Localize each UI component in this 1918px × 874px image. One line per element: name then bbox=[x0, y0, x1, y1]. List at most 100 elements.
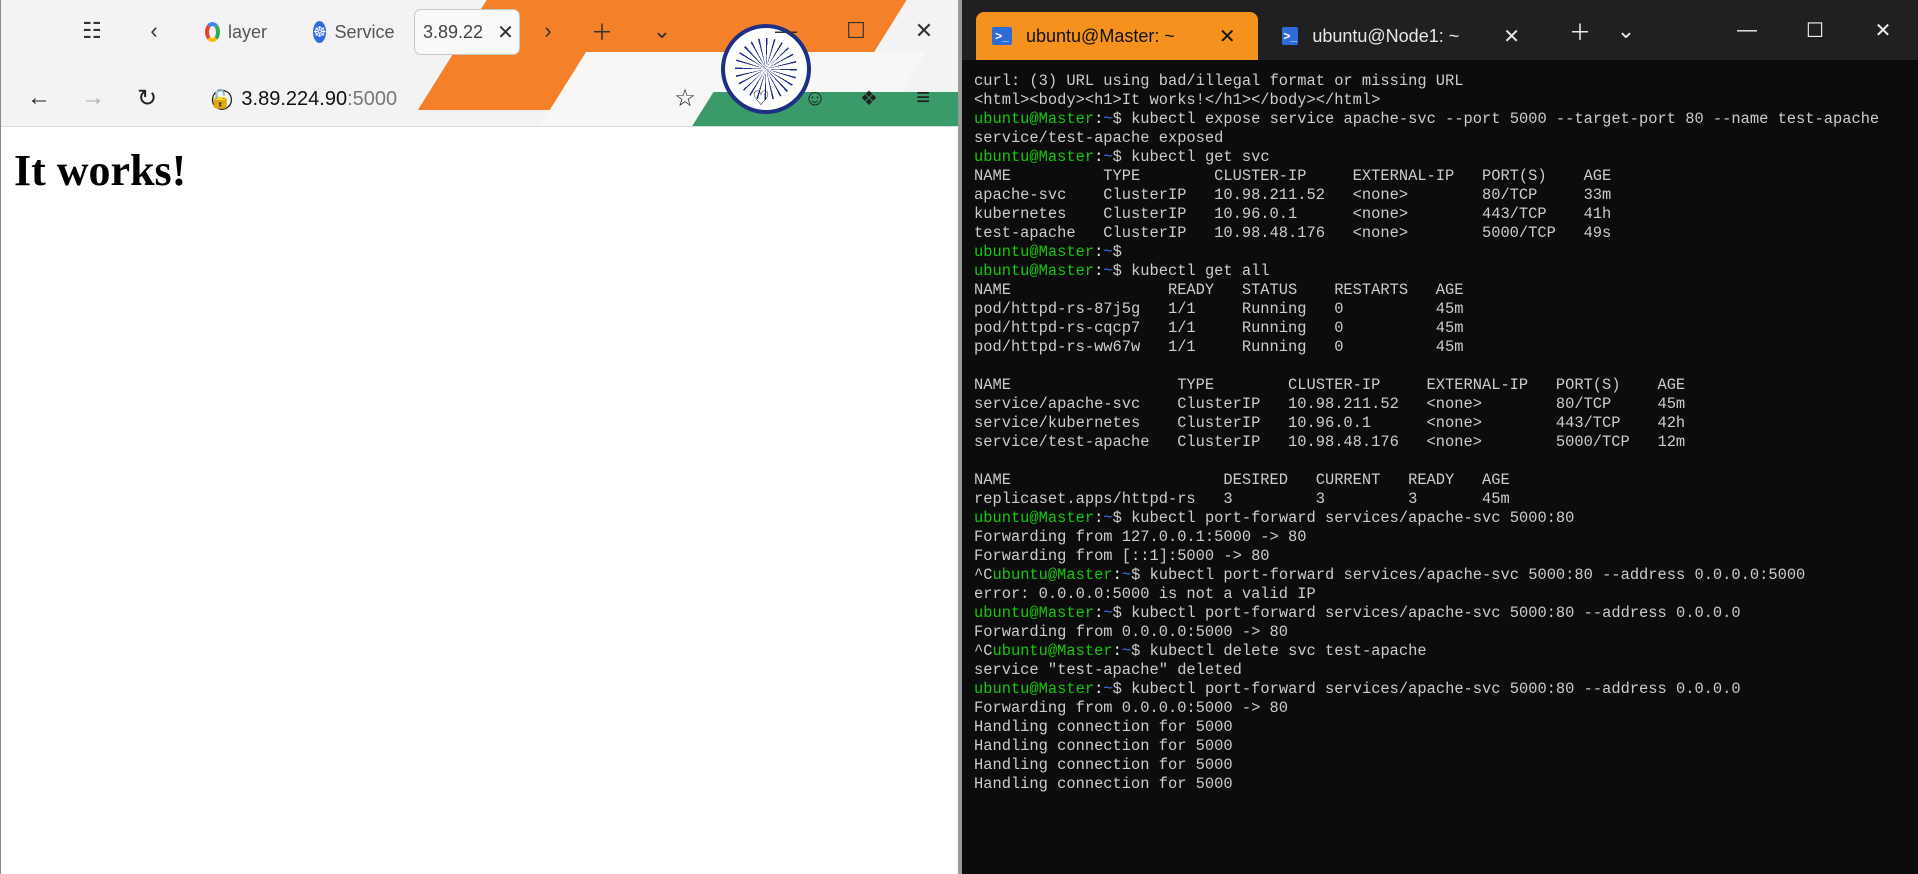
output-text: Forwarding from 0.0.0.0:5000 -> 80 bbox=[974, 623, 1289, 641]
prompt-path: ~ bbox=[1103, 604, 1113, 622]
output-text: service/kubernetes ClusterIP 10.96.0.1 <… bbox=[974, 414, 1686, 432]
reload-icon[interactable]: ↻ bbox=[129, 80, 165, 116]
menu-hamburger-icon[interactable]: ≡ bbox=[905, 80, 941, 116]
prompt-path: ~ bbox=[1103, 262, 1113, 280]
terminal-output-line: Handling connection for 5000 bbox=[974, 775, 1914, 794]
terminal-output-line: NAME TYPE CLUSTER-IP EXTERNAL-IP PORT(S)… bbox=[974, 167, 1914, 186]
prompt-path: ~ bbox=[1103, 110, 1113, 128]
prompt-separator: : bbox=[1112, 642, 1122, 660]
browser-window: ☷ ‹ layer ☸ Service 3.89.22 ✕ › ＋ ⌄ — ☐ … bbox=[0, 0, 958, 874]
terminal-output-line: pod/httpd-rs-cqcp7 1/1 Running 0 45m bbox=[974, 319, 1914, 338]
terminal-output-line: Forwarding from 0.0.0.0:5000 -> 80 bbox=[974, 699, 1914, 718]
prompt-user: ubuntu@Master bbox=[974, 148, 1095, 166]
close-terminal-tab-icon[interactable]: ✕ bbox=[1219, 24, 1236, 49]
page-heading: It works! bbox=[14, 146, 187, 195]
minimize-window-icon[interactable]: — bbox=[769, 14, 803, 48]
terminal-output-line: service/test-apache ClusterIP 10.98.48.1… bbox=[974, 433, 1914, 452]
terminal-output[interactable]: curl: (3) URL using bad/illegal format o… bbox=[974, 72, 1914, 872]
output-text: NAME TYPE CLUSTER-IP EXTERNAL-IP PORT(S)… bbox=[974, 167, 1612, 185]
command-text: kubectl get all bbox=[1131, 262, 1270, 280]
terminal-output-line: pod/httpd-rs-87j5g 1/1 Running 0 45m bbox=[974, 300, 1914, 319]
output-text: test-apache ClusterIP 10.98.48.176 <none… bbox=[974, 224, 1612, 242]
terminal-command-line: ubuntu@Master:~$ kubectl port-forward se… bbox=[974, 604, 1914, 623]
output-text: NAME DESIRED CURRENT READY AGE bbox=[974, 471, 1510, 489]
back-icon[interactable]: ← bbox=[21, 80, 57, 116]
terminal-command-line: ^Cubuntu@Master:~$ kubectl delete svc te… bbox=[974, 642, 1914, 661]
output-text: <html><body><h1>It works!</h1></body></h… bbox=[974, 91, 1381, 109]
url-bar[interactable]: 🔓 3.89.224.90:5000 bbox=[209, 80, 639, 118]
prompt-separator: : bbox=[1094, 148, 1104, 166]
prompt-symbol: $ bbox=[1112, 509, 1132, 527]
tabs-scroll-right-icon[interactable]: › bbox=[531, 14, 565, 48]
close-tab-icon[interactable]: ✕ bbox=[497, 20, 514, 45]
prompt-path: ~ bbox=[1121, 566, 1132, 584]
prompt-separator: : bbox=[1112, 566, 1122, 584]
output-text: error: 0.0.0.0:5000 is not a valid IP bbox=[974, 585, 1316, 603]
terminal-output-line: service/apache-svc ClusterIP 10.98.211.5… bbox=[974, 395, 1914, 414]
output-text: Handling connection for 5000 bbox=[974, 718, 1233, 736]
terminal-command-line: ubuntu@Master:~$ kubectl get all bbox=[974, 262, 1914, 281]
prompt-user: ubuntu@Master bbox=[974, 509, 1095, 527]
new-terminal-tab-icon[interactable]: ＋ bbox=[1560, 16, 1600, 46]
pocket-icon[interactable]: ♡ bbox=[743, 80, 779, 116]
prompt-separator: : bbox=[1094, 509, 1104, 527]
browser-tab-label: Service bbox=[334, 21, 395, 42]
interrupt-marker: ^C bbox=[974, 642, 993, 660]
terminal-command-line: ubuntu@Master:~$ kubectl get svc bbox=[974, 148, 1914, 167]
terminal-minimize-icon[interactable]: — bbox=[1722, 12, 1772, 48]
terminal-command-line: ^Cubuntu@Master:~$ kubectl port-forward … bbox=[974, 566, 1914, 585]
browser-tab-strip: ☷ ‹ layer ☸ Service 3.89.22 ✕ › ＋ ⌄ — ☐ … bbox=[1, 0, 958, 64]
bookmark-star-icon[interactable]: ☆ bbox=[667, 80, 703, 116]
extensions-icon[interactable]: ❖ bbox=[851, 80, 887, 116]
prompt-separator: : bbox=[1094, 262, 1104, 280]
terminal-tab-master[interactable]: >_ ubuntu@Master: ~ ✕ bbox=[976, 12, 1258, 60]
browser-tab-google[interactable]: layer bbox=[193, 10, 279, 54]
terminal-output-line: replicaset.apps/httpd-rs 3 3 3 45m bbox=[974, 490, 1914, 509]
output-text: kubernetes ClusterIP 10.96.0.1 <none> 44… bbox=[974, 205, 1612, 223]
prompt-symbol: $ bbox=[1131, 566, 1150, 584]
forward-icon[interactable]: → bbox=[75, 80, 111, 116]
new-tab-icon[interactable]: ＋ bbox=[585, 14, 619, 48]
output-text: pod/httpd-rs-ww67w 1/1 Running 0 45m bbox=[974, 338, 1464, 356]
close-terminal-tab-icon[interactable]: ✕ bbox=[1503, 24, 1520, 49]
browser-tab-service[interactable]: ☸ Service bbox=[301, 10, 401, 54]
command-text: kubectl port-forward services/apache-svc… bbox=[1131, 604, 1741, 622]
terminal-output-line: error: 0.0.0.0:5000 is not a valid IP bbox=[974, 585, 1914, 604]
close-window-icon[interactable]: ✕ bbox=[907, 14, 941, 48]
prompt-symbol: $ bbox=[1112, 680, 1132, 698]
prompt-user: ubuntu@Master bbox=[974, 680, 1095, 698]
output-text: service/apache-svc ClusterIP 10.98.211.5… bbox=[974, 395, 1686, 413]
terminal-output-line: test-apache ClusterIP 10.98.48.176 <none… bbox=[974, 224, 1914, 243]
terminal-maximize-icon[interactable]: ☐ bbox=[1790, 12, 1840, 48]
prompt-symbol: $ bbox=[1112, 243, 1132, 261]
terminal-output-line: pod/httpd-rs-ww67w 1/1 Running 0 45m bbox=[974, 338, 1914, 357]
prompt-symbol: $ bbox=[1112, 148, 1132, 166]
list-all-tabs-icon[interactable]: ⌄ bbox=[645, 14, 679, 48]
powershell-icon: >_ bbox=[1282, 27, 1299, 45]
prompt-symbol: $ bbox=[1131, 642, 1150, 660]
account-icon[interactable]: ☺ bbox=[797, 80, 833, 116]
output-text: Forwarding from [::1]:5000 -> 80 bbox=[974, 547, 1270, 565]
terminal-output-line: Handling connection for 5000 bbox=[974, 737, 1914, 756]
output-text: service/test-apache exposed bbox=[974, 129, 1224, 147]
terminal-output-line: service "test-apache" deleted bbox=[974, 661, 1914, 680]
insecure-lock-icon[interactable]: 🔓 bbox=[209, 89, 231, 110]
command-text: kubectl delete svc test-apache bbox=[1149, 642, 1427, 660]
terminal-output-line: NAME READY STATUS RESTARTS AGE bbox=[974, 281, 1914, 300]
maximize-window-icon[interactable]: ☐ bbox=[839, 14, 873, 48]
browser-navigation-bar: ← → ↻ ◯ 🔓 3.89.224.90:5000 ☆ ♡ ☺ ❖ ≡ bbox=[1, 74, 958, 124]
prompt-user: ubuntu@Master bbox=[992, 566, 1113, 584]
prompt-user: ubuntu@Master bbox=[974, 110, 1095, 128]
firefox-view-icon[interactable]: ☷ bbox=[75, 14, 109, 48]
prompt-path: ~ bbox=[1103, 148, 1113, 166]
browser-tab-active[interactable]: 3.89.22 ✕ bbox=[415, 10, 519, 54]
terminal-command-line: ubuntu@Master:~$ kubectl port-forward se… bbox=[974, 680, 1914, 699]
terminal-profile-dropdown-icon[interactable]: ⌄ bbox=[1606, 16, 1646, 46]
terminal-command-line: ubuntu@Master:~$ kubectl expose service … bbox=[974, 110, 1914, 129]
tabs-scroll-left-icon[interactable]: ‹ bbox=[137, 14, 171, 48]
prompt-separator: : bbox=[1094, 243, 1104, 261]
terminal-tab-node1[interactable]: >_ ubuntu@Node1: ~ ✕ bbox=[1266, 12, 1536, 60]
terminal-close-icon[interactable]: ✕ bbox=[1858, 12, 1908, 48]
prompt-symbol: $ bbox=[1112, 604, 1132, 622]
